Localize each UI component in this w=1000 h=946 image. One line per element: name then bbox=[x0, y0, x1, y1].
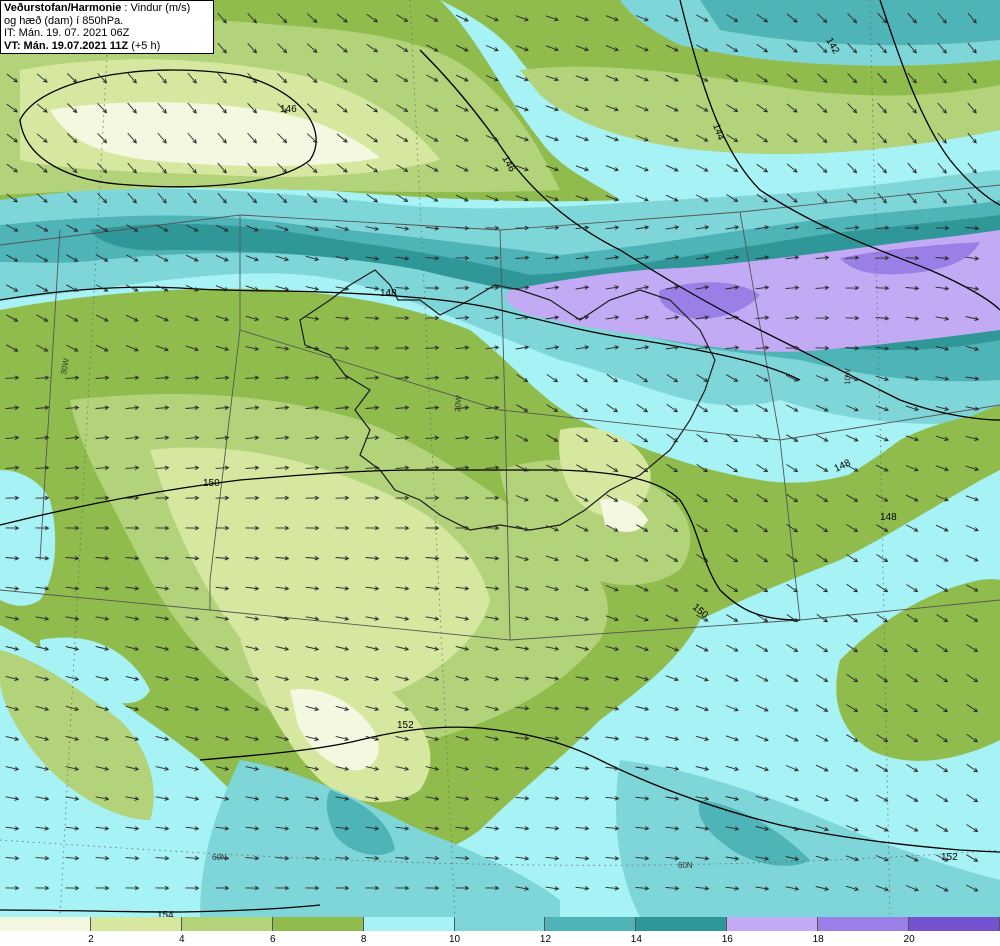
legend-tick-label: 2 bbox=[88, 934, 94, 945]
legend-tick-label: 8 bbox=[360, 934, 367, 945]
title-line: Veðurstofan/Harmonie : Vindur (m/s) bbox=[4, 2, 210, 15]
contour-label: 152 bbox=[397, 720, 414, 731]
legend-swatch bbox=[181, 917, 273, 931]
legend-swatch bbox=[727, 917, 819, 931]
legend-swatch bbox=[90, 917, 182, 931]
contour-label: 148 bbox=[380, 288, 397, 299]
valid-time-line: VT: Mán. 19.07.2021 11Z (+5 h) bbox=[4, 40, 210, 53]
legend-swatch bbox=[454, 917, 546, 931]
legend-swatch bbox=[363, 917, 455, 931]
graticule-label: 20W bbox=[453, 395, 463, 413]
forecast-offset: (+5 h) bbox=[128, 39, 161, 52]
field-name: : Vindur (m/s) bbox=[121, 2, 191, 14]
color-legend: 2 4 6 8 10 12 14 16 18 20 bbox=[0, 917, 1000, 946]
legend-swatch bbox=[545, 917, 637, 931]
legend-tick-label: 6 bbox=[269, 934, 276, 945]
legend-swatch bbox=[0, 917, 91, 931]
legend-tick-label: 10 bbox=[448, 934, 461, 945]
legend-swatch bbox=[909, 917, 1000, 931]
contour-label: 152 bbox=[941, 852, 958, 863]
weather-map: 142 144 146 146 148 148 148 150 150 152 … bbox=[0, 0, 1000, 946]
legend-swatch bbox=[636, 917, 728, 931]
contour-label: 150 bbox=[203, 478, 220, 489]
legend-tick-label: 20 bbox=[903, 934, 915, 945]
info-box: Veðurstofan/Harmonie : Vindur (m/s) og h… bbox=[0, 0, 214, 54]
wind-speed-map: 142 144 146 146 148 148 148 150 150 152 … bbox=[0, 0, 1000, 917]
subtitle: og hæð (dam) í 850hPa. bbox=[4, 14, 124, 27]
contour-label: 148 bbox=[880, 512, 897, 523]
init-time: IT: Mán. 19. 07. 2021 06Z bbox=[4, 27, 130, 39]
graticule-label: 60N bbox=[678, 861, 693, 870]
valid-time: VT: Mán. 19.07.2021 11Z bbox=[4, 39, 129, 52]
legend-tick-label: 18 bbox=[812, 934, 824, 945]
map-title: Veðurstofan/Harmonie bbox=[4, 2, 122, 14]
legend-tick-label: 16 bbox=[721, 934, 733, 945]
legend-swatch bbox=[818, 917, 910, 931]
legend-tick-label: 12 bbox=[539, 934, 552, 945]
legend-tick-label: 4 bbox=[179, 934, 185, 945]
legend-tick-label: 14 bbox=[630, 934, 642, 945]
legend-swatch bbox=[272, 917, 364, 931]
contour-label: 146 bbox=[280, 104, 297, 115]
